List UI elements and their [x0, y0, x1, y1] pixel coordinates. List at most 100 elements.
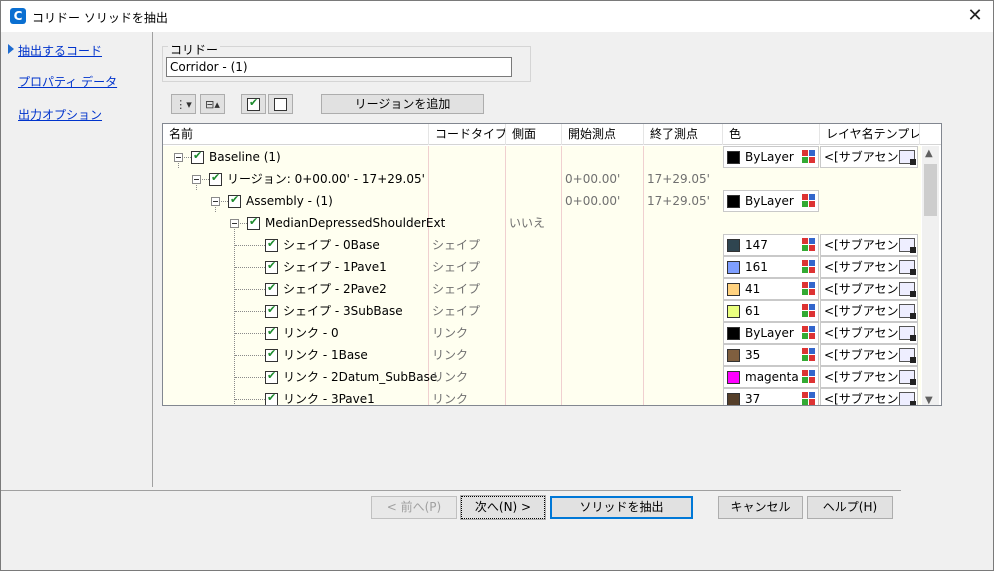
table-row[interactable]: シェイプ - 3SubBase シェイプ 61 <[サブアセン...: [163, 300, 921, 322]
color-cell[interactable]: 161: [723, 256, 819, 278]
layer-cell[interactable]: <[サブアセン...: [820, 366, 918, 388]
row-checkbox[interactable]: [265, 281, 278, 296]
color-picker-icon[interactable]: [802, 392, 816, 405]
row-checkbox[interactable]: [265, 303, 278, 318]
color-cell[interactable]: ByLayer: [723, 190, 819, 212]
table-row[interactable]: Assembly - (1) 0+00.00' 17+29.05' ByLaye…: [163, 190, 921, 212]
layer-cell[interactable]: <[サブアセン...: [820, 234, 918, 256]
layer-picker-icon[interactable]: [899, 304, 916, 319]
color-picker-icon[interactable]: [802, 304, 816, 318]
corridor-field[interactable]: Corridor - (1): [166, 57, 512, 77]
color-cell[interactable]: magenta: [723, 366, 819, 388]
cancel-button[interactable]: キャンセル: [718, 496, 803, 519]
row-checkbox[interactable]: [228, 193, 241, 208]
color-cell[interactable]: 147: [723, 234, 819, 256]
color-cell[interactable]: 35: [723, 344, 819, 366]
layer-picker-icon[interactable]: [899, 392, 916, 405]
color-name: ByLayer: [745, 150, 794, 164]
layer-cell[interactable]: <[サブアセン...: [820, 300, 918, 322]
collapse-all-button[interactable]: ⊟▴: [200, 94, 225, 114]
row-checkbox[interactable]: [265, 325, 278, 340]
scroll-up-icon[interactable]: ▲: [925, 148, 933, 159]
row-checkbox[interactable]: [265, 391, 278, 405]
help-button[interactable]: ヘルプ(H): [807, 496, 893, 519]
color-cell[interactable]: ByLayer: [723, 322, 819, 344]
uncheck-all-button[interactable]: [268, 94, 293, 114]
table-row[interactable]: Baseline (1) ByLayer <[サブアセン...: [163, 146, 921, 168]
color-picker-icon[interactable]: [802, 282, 816, 296]
layer-picker-icon[interactable]: [899, 260, 916, 275]
layer-cell[interactable]: <[サブアセン...: [820, 388, 918, 405]
nav-item-codes[interactable]: 抽出するコード: [18, 42, 102, 59]
col-start-station[interactable]: 開始測点: [562, 124, 644, 145]
layer-picker-icon[interactable]: [899, 370, 916, 385]
layer-picker-icon[interactable]: [899, 326, 916, 341]
layer-cell[interactable]: <[サブアセン...: [820, 322, 918, 344]
color-picker-icon[interactable]: [802, 326, 816, 340]
layer-picker-icon[interactable]: [899, 238, 916, 253]
col-color[interactable]: 色: [723, 124, 820, 145]
col-end-station[interactable]: 終了測点: [644, 124, 723, 145]
prev-button[interactable]: < 前へ(P): [371, 496, 457, 519]
layer-picker-icon[interactable]: [899, 348, 916, 363]
expand-all-button[interactable]: ⋮▾: [171, 94, 196, 114]
layer-cell[interactable]: <[サブアセン...: [820, 344, 918, 366]
collapse-icon[interactable]: [192, 175, 201, 184]
close-icon[interactable]: ✕: [963, 5, 987, 27]
start-station: 0+00.00': [565, 172, 621, 186]
color-cell[interactable]: 61: [723, 300, 819, 322]
table-row[interactable]: MedianDepressedShoulderExt いいえ: [163, 212, 921, 234]
table-row[interactable]: リンク - 0 リンク ByLayer <[サブアセン...: [163, 322, 921, 344]
layer-picker-icon[interactable]: [899, 282, 916, 297]
col-name[interactable]: 名前: [163, 124, 429, 145]
color-picker-icon[interactable]: [802, 150, 816, 164]
color-picker-icon[interactable]: [802, 260, 816, 274]
col-side[interactable]: 側面: [506, 124, 562, 145]
row-checkbox[interactable]: [209, 171, 222, 186]
col-layer-template[interactable]: レイヤ名テンプレ...: [820, 124, 920, 145]
collapse-icon[interactable]: [174, 153, 183, 162]
table-row[interactable]: リンク - 2Datum_SubBase リンク magenta <[サブアセン…: [163, 366, 921, 388]
row-checkbox[interactable]: [265, 237, 278, 252]
color-picker-icon[interactable]: [802, 348, 816, 362]
layer-cell[interactable]: <[サブアセン...: [820, 256, 918, 278]
color-picker-icon[interactable]: [802, 194, 816, 208]
nav-item-property-data[interactable]: プロパティ データ: [18, 73, 117, 90]
collapse-icon[interactable]: [230, 219, 239, 228]
color-cell[interactable]: 37: [723, 388, 819, 405]
row-checkbox[interactable]: [265, 259, 278, 274]
table-row[interactable]: リージョン: 0+00.00' - 17+29.05' 0+00.00' 17+…: [163, 168, 921, 190]
table-row[interactable]: シェイプ - 2Pave2 シェイプ 41 <[サブアセン...: [163, 278, 921, 300]
row-checkbox[interactable]: [247, 215, 260, 230]
row-name: リンク - 2Datum_SubBase: [283, 370, 438, 384]
table-row[interactable]: シェイプ - 1Pave1 シェイプ 161 <[サブアセン...: [163, 256, 921, 278]
row-checkbox[interactable]: [265, 347, 278, 362]
color-picker-icon[interactable]: [802, 238, 816, 252]
layer-cell[interactable]: <[サブアセン...: [820, 278, 918, 300]
row-checkbox[interactable]: [265, 369, 278, 384]
col-code-type[interactable]: コードタイプ: [429, 124, 506, 145]
collapse-icon[interactable]: [211, 197, 220, 206]
color-picker-icon[interactable]: [802, 370, 816, 384]
row-name: シェイプ - 2Pave2: [283, 282, 387, 296]
scroll-down-icon[interactable]: ▼: [925, 395, 933, 405]
row-checkbox[interactable]: [191, 149, 204, 164]
color-cell[interactable]: ByLayer: [723, 146, 819, 168]
next-button[interactable]: 次へ(N) >: [460, 495, 546, 520]
check-all-button[interactable]: [241, 94, 266, 114]
add-region-button[interactable]: リージョンを追加: [321, 94, 484, 114]
extract-solids-button[interactable]: ソリッドを抽出: [550, 496, 693, 519]
layer-name: <[サブアセン...: [824, 370, 910, 384]
nav-item-output-options[interactable]: 出力オプション: [18, 106, 102, 123]
code-type: リンク: [432, 326, 469, 340]
row-name: リンク - 1Base: [283, 348, 368, 362]
table-row[interactable]: シェイプ - 0Base シェイプ 147 <[サブアセン...: [163, 234, 921, 256]
table-row[interactable]: リンク - 1Base リンク 35 <[サブアセン...: [163, 344, 921, 366]
color-cell[interactable]: 41: [723, 278, 819, 300]
scroll-thumb[interactable]: [924, 164, 937, 216]
layer-cell[interactable]: <[サブアセン...: [820, 146, 918, 168]
color-name: 147: [745, 238, 768, 252]
vertical-scrollbar[interactable]: ▲ ▼: [922, 146, 939, 405]
layer-picker-icon[interactable]: [899, 150, 916, 165]
table-row[interactable]: リンク - 3Pave1 リンク 37 <[サブアセン...: [163, 388, 921, 405]
